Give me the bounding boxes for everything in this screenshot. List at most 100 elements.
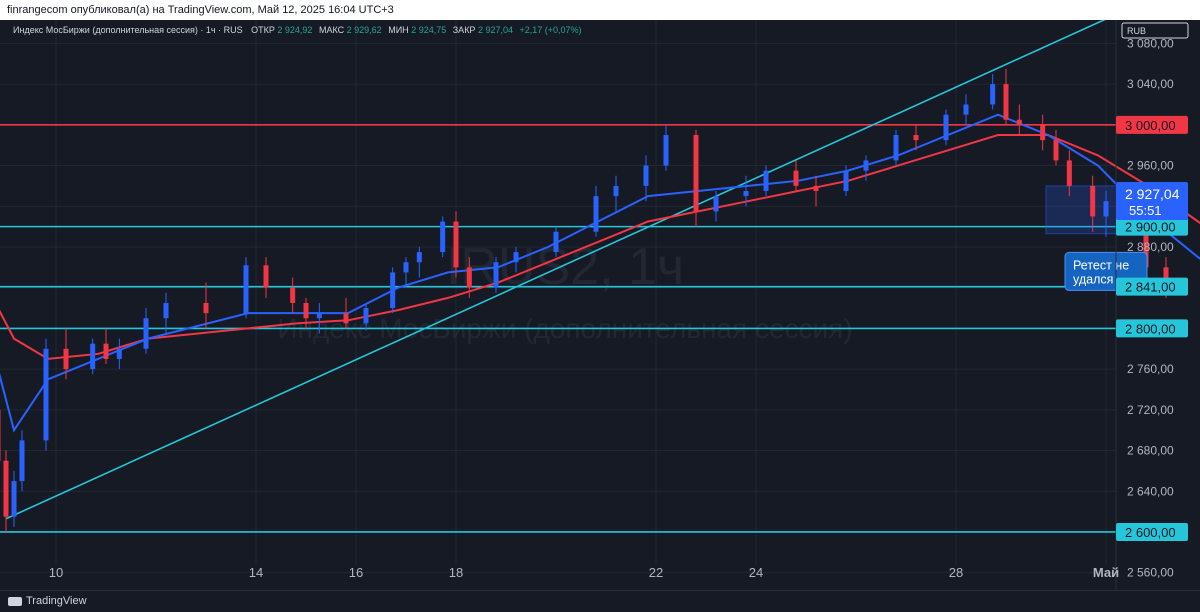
currency-badge[interactable]: RUB [1121,22,1189,39]
legend-low-label: МИН [388,25,408,35]
bar-countdown: 55:51 [1129,203,1162,218]
candle-body [693,135,699,212]
candle-body [466,267,472,288]
time-tick-label: 22 [649,565,663,580]
price-tick-label: 2 760,00 [1127,362,1174,376]
chart-area[interactable]: IRUS2, 1ч Индекс МосБиржи (дополнительна… [0,20,1200,590]
price-tick-label: 2 720,00 [1127,403,1174,417]
candle-body [453,221,459,268]
time-tick-label: 10 [49,565,63,580]
candle-body [743,191,749,197]
currency-label: RUB [1127,26,1146,36]
candle-body [813,185,819,191]
candle-body [363,308,369,324]
candle-body [103,343,109,359]
price-tick-label: 2 960,00 [1127,159,1174,173]
candle-body [0,409,1,461]
candle-body [1103,201,1109,217]
price-tick-label: 2 560,00 [1127,566,1174,580]
candle-body [613,185,619,197]
candle-body [893,135,899,161]
legend-high-value: 2 929,62 [347,25,382,35]
candle-body [11,481,17,517]
candle-body [290,287,296,303]
legend: Индекс МосБиржи (дополнительная сессия) … [13,25,582,35]
legend-change-value: +2,17 (+0,07%) [520,25,582,35]
candle [943,109,949,146]
candle [43,338,49,451]
annotation-text: Ретест не [1073,258,1129,272]
candle-body [713,196,719,212]
tradingview-logo[interactable]: TradingView [8,595,87,607]
candle-body [643,165,649,186]
candle-body [1003,84,1009,120]
time-tick-label: 24 [749,565,763,580]
legend-high-label: МАКС [319,25,345,35]
candle-body [593,196,599,232]
candle-body [513,252,519,263]
price-tick-label: 3 080,00 [1127,36,1174,50]
price-tick-label: 2 680,00 [1127,444,1174,458]
candle-body [963,104,969,115]
candle-body [316,313,322,319]
candle-body [913,135,919,141]
time-tick-label: 14 [249,565,263,580]
candle-body [943,114,949,141]
candle-body [1066,160,1072,186]
candle-body [793,170,799,186]
candle [390,267,396,314]
legend-open-value: 2 924,92 [277,25,312,35]
candle [440,216,446,258]
candle-body [863,160,869,171]
candle [893,129,899,166]
tradingview-brand: TradingView [26,595,87,608]
candle-body [143,318,149,349]
price-tick-label: 2 640,00 [1127,484,1174,498]
svg-text:Индекс МосБиржи (дополнительна: Индекс МосБиржи (дополнительная сессия) … [13,25,582,35]
last-price-label: 2 927,04 55:51 [1116,182,1188,220]
candle-body [243,265,249,314]
legend-close-value: 2 927,04 [478,25,513,35]
candle [493,257,499,293]
time-tick-label: Май [1093,565,1119,580]
candle-body [1040,124,1046,141]
candle-body [343,313,349,324]
candle-body [1016,119,1022,125]
candle-body [63,348,69,370]
candle-body [3,460,9,517]
candle-body [19,440,25,482]
candle-body [663,135,669,166]
time-tick-label: 16 [349,565,363,580]
candle-body [43,348,49,441]
price-level-label: 3 000,00 [1125,118,1176,133]
legend-symbol: Индекс МосБиржи (дополнительная сессия) … [13,25,243,35]
candle-body [440,221,446,253]
publisher-text: finrangecom опубликовал(а) на TradingVie… [7,4,394,16]
candle-body [203,302,209,314]
candle [90,338,96,375]
last-price-value: 2 927,04 [1125,186,1180,202]
candle-body [263,265,269,288]
footer-bar: TradingView [0,590,1200,612]
annotation-text: удался [1073,272,1113,286]
time-tick-label: 18 [449,565,463,580]
tradingview-logo-icon [8,596,22,606]
candle-body [553,231,559,253]
price-level-label: 2 841,00 [1125,280,1176,295]
candle-body [990,84,996,105]
time-tick-label: 28 [949,565,963,580]
legend-close-label: ЗАКР [453,25,476,35]
candle-body [843,170,849,191]
candle-body [303,302,309,319]
candle [243,257,249,319]
candle-body [416,252,422,263]
candle-body [763,170,769,191]
candle-body [1053,140,1059,161]
price-level-label: 2 600,00 [1125,525,1176,540]
candle-body [90,343,96,370]
candle-body [390,272,396,309]
legend-low-value: 2 924,75 [411,25,446,35]
price-chart[interactable]: IRUS2, 1ч Индекс МосБиржи (дополнительна… [0,20,1200,590]
legend-open-label: ОТКР [251,25,275,35]
candle-body [116,348,122,359]
